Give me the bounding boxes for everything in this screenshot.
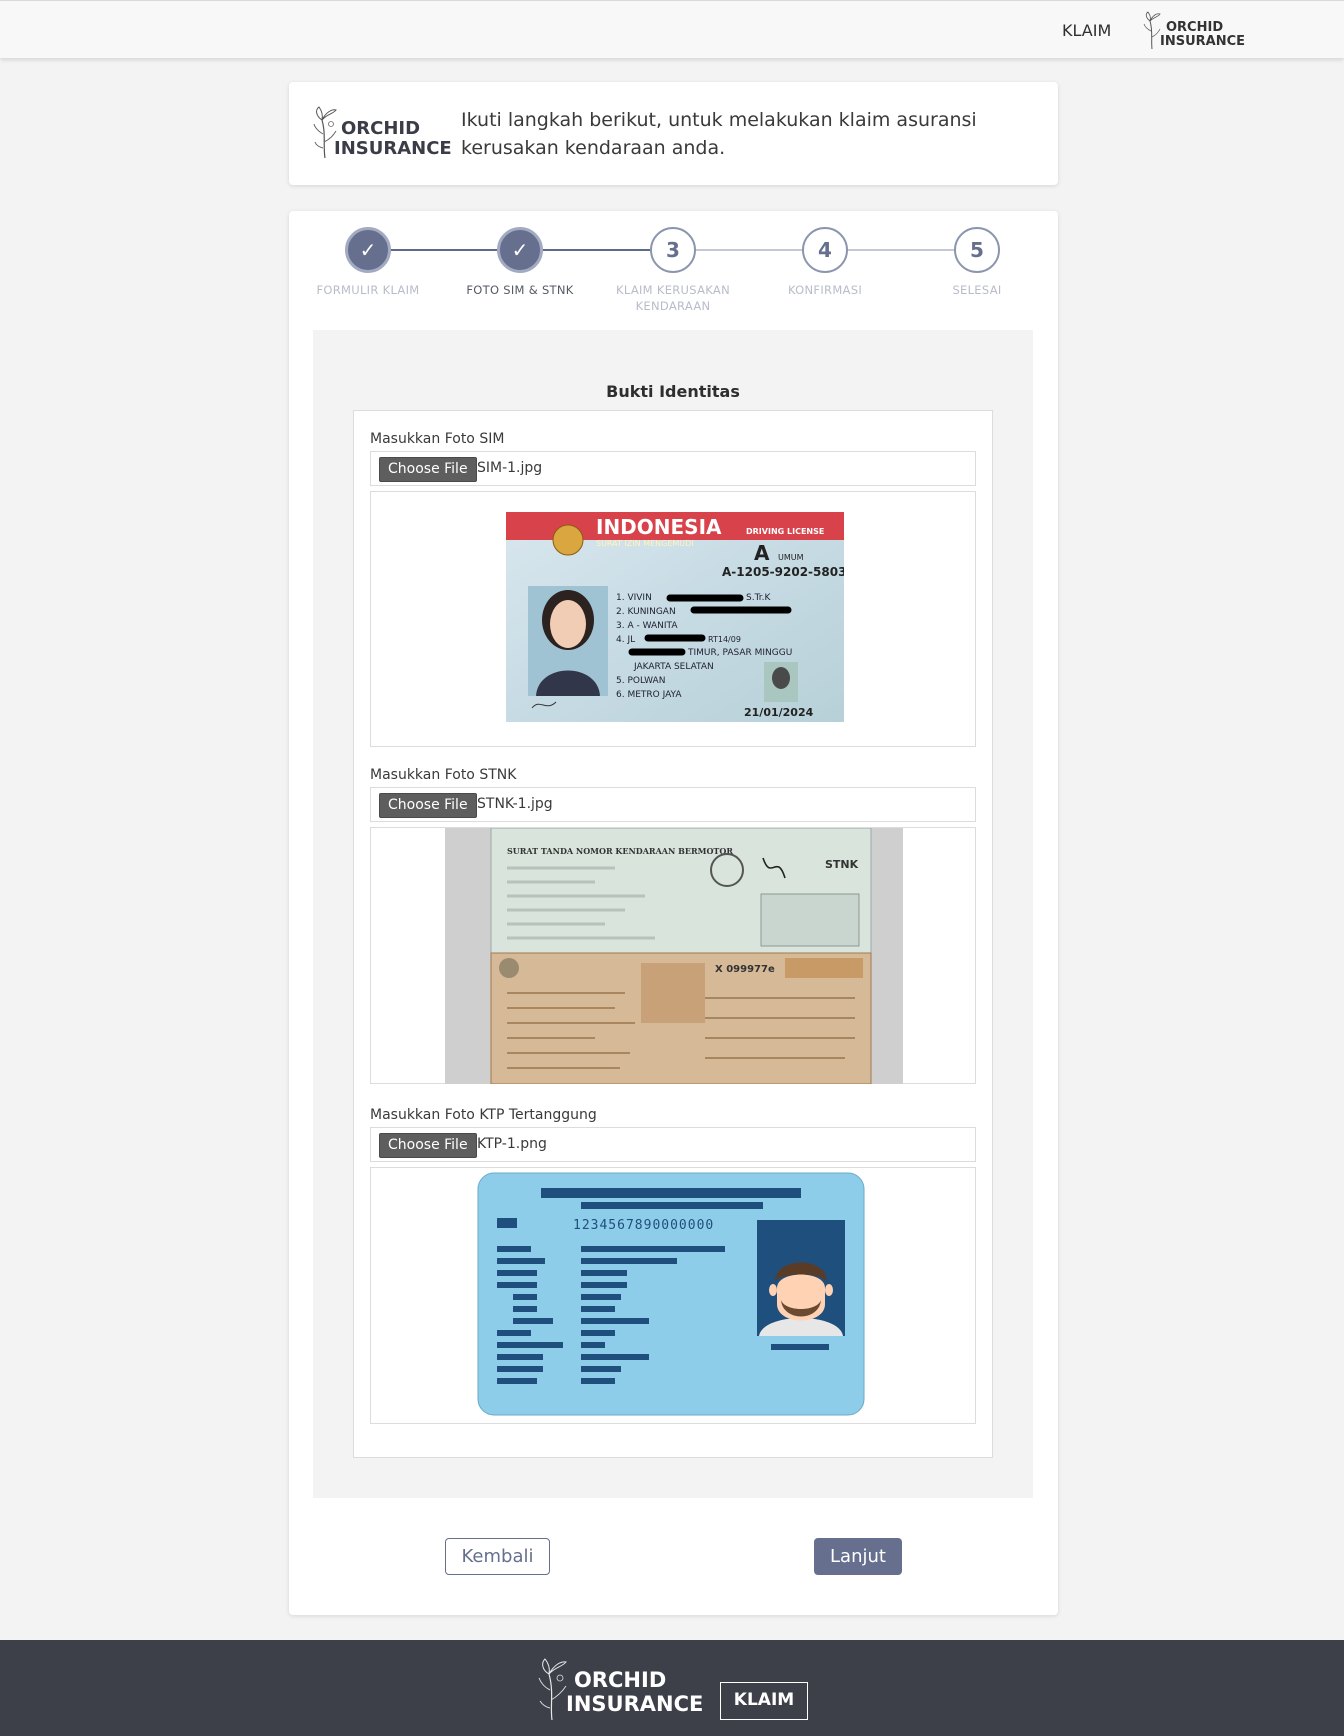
sim-upload-label: Masukkan Foto SIM [370,431,505,447]
logo-line1: ORCHID [1166,20,1224,35]
nav-logo[interactable]: ORCHID INSURANCE [1142,9,1246,53]
sim-preview: INDONESIA SURAT IZIN MENGEMUDI DRIVING L… [370,491,976,747]
svg-text:A-1205-9202-58035: A-1205-9202-58035 [722,565,844,579]
svg-text:SURAT TANDA NOMOR KENDARAAN BE: SURAT TANDA NOMOR KENDARAAN BERMOTOR [507,846,733,856]
form-section-title: Bukti Identitas [606,382,740,401]
svg-text:6. METRO JAYA: 6. METRO JAYA [616,690,682,700]
svg-text:1. VIVIN: 1. VIVIN [616,593,652,603]
stnk-choose-file-button[interactable]: Choose File [379,793,477,818]
logo-line1: ORCHID [574,1668,667,1692]
svg-text:DRIVING LICENSE: DRIVING LICENSE [746,527,824,536]
sim-file-input[interactable]: Choose File SIM-1.jpg [370,451,976,486]
sim-card-image: INDONESIA SURAT IZIN MENGEMUDI DRIVING L… [506,512,844,722]
upload-fields-box: Masukkan Foto SIM Choose File SIM-1.jpg [353,410,993,1458]
svg-text:UMUM: UMUM [778,553,804,562]
ktp-preview: 1234567890000000 [370,1167,976,1424]
step-1-label: FORMULIR KLAIM [316,283,420,297]
svg-text:A: A [754,541,770,565]
svg-text:X 099977e: X 099977e [715,964,775,975]
step-4-label: KONFIRMASI [787,283,863,297]
footer-logo[interactable]: ORCHID INSURANCE [536,1656,703,1722]
back-button[interactable]: Kembali [445,1538,550,1575]
svg-text:INDONESIA: INDONESIA [596,515,722,539]
sim-file-name: SIM-1.jpg [477,460,543,476]
svg-text:3. A - WANITA: 3. A - WANITA [616,621,678,631]
stnk-upload-label: Masukkan Foto STNK [370,767,517,783]
svg-text:JAKARTA SELATAN: JAKARTA SELATAN [633,662,714,672]
claim-form-card: ✓ ✓ 3 4 5 FORMULIR KLAIM FOTO SIM & STNK… [289,211,1058,1615]
step-2-label: FOTO SIM & STNK [466,283,574,297]
step-3-label: KLAIM KERUSAKAN KENDARAAN [616,283,730,313]
svg-text:5. POLWAN: 5. POLWAN [616,676,665,686]
top-navbar: KLAIM ORCHID INSURANCE [0,0,1344,58]
identity-form-panel: Bukti Identitas Masukkan Foto SIM Choose… [313,330,1033,1498]
stnk-file-name: STNK-1.jpg [477,796,553,812]
ktp-card-image: 1234567890000000 [477,1172,865,1416]
nav-klaim-link[interactable]: KLAIM [1062,21,1111,40]
step-4-circle[interactable]: 4 [802,227,848,273]
sim-choose-file-button[interactable]: Choose File [379,457,477,482]
step-5-label: SELESAI [952,283,1002,297]
footer: ORCHID INSURANCE KLAIM [0,1640,1344,1736]
footer-klaim-button[interactable]: KLAIM [720,1682,808,1720]
intro-logo: ORCHID INSURANCE [311,104,452,164]
svg-text:4. JL: 4. JL [616,635,635,645]
intro-text: Ikuti langkah berikut, untuk melakukan k… [461,109,977,159]
svg-text:2. KUNINGAN: 2. KUNINGAN [616,607,676,617]
logo-line2: INSURANCE [566,1692,704,1716]
ktp-upload-label: Masukkan Foto KTP Tertanggung [370,1107,597,1123]
logo-line2: INSURANCE [1160,34,1246,49]
svg-text:1234567890000000: 1234567890000000 [573,1218,714,1233]
svg-text:RT14/09: RT14/09 [708,635,741,644]
svg-text:S.Tr.K: S.Tr.K [746,593,771,603]
step-2-circle[interactable]: ✓ [497,227,543,273]
svg-text:21/01/2024: 21/01/2024 [744,706,814,719]
intro-card: ORCHID INSURANCE Ikuti langkah berikut, … [289,82,1058,185]
step-1-circle[interactable]: ✓ [345,227,391,273]
logo-line1: ORCHID [341,118,421,139]
stnk-card-image: SURAT TANDA NOMOR KENDARAAN BERMOTOR STN… [445,828,903,1084]
svg-text:TIMUR, PASAR MINGGU: TIMUR, PASAR MINGGU [687,648,792,658]
step-5-circle[interactable]: 5 [954,227,1000,273]
ktp-choose-file-button[interactable]: Choose File [379,1133,477,1158]
step-3-circle[interactable]: 3 [650,227,696,273]
svg-text:SURAT IZIN MENGEMUDI: SURAT IZIN MENGEMUDI [596,539,694,548]
next-button[interactable]: Lanjut [814,1538,902,1575]
logo-line2: INSURANCE [334,138,452,159]
ktp-file-name: KTP-1.png [477,1136,547,1152]
stnk-file-input[interactable]: Choose File STNK-1.jpg [370,787,976,822]
stnk-preview: SURAT TANDA NOMOR KENDARAAN BERMOTOR STN… [370,827,976,1084]
ktp-file-input[interactable]: Choose File KTP-1.png [370,1127,976,1162]
svg-text:STNK: STNK [825,858,859,871]
progress-stepper: ✓ ✓ 3 4 5 FORMULIR KLAIM FOTO SIM & STNK… [289,211,1058,331]
